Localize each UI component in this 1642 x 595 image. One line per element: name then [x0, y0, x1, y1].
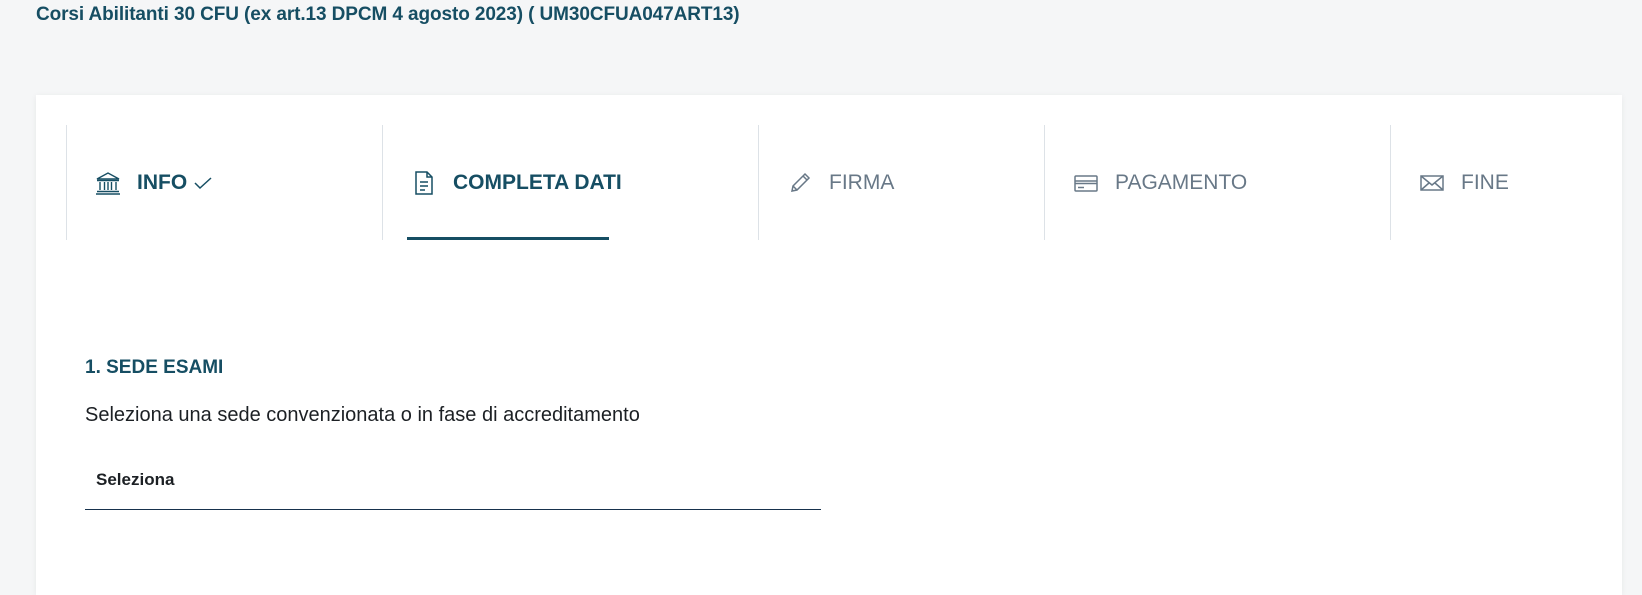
step-info[interactable]: INFO: [66, 125, 382, 240]
pencil-icon: [787, 170, 813, 196]
course-title: Corsi Abilitanti 30 CFU (ex art.13 DPCM …: [36, 4, 740, 25]
checkmark-icon: [193, 175, 213, 191]
exam-location-select[interactable]: Seleziona: [85, 448, 821, 510]
section-title: 1. SEDE ESAMI: [85, 357, 224, 378]
step-completa-dati[interactable]: COMPLETA DATI: [382, 125, 758, 240]
document-icon: [411, 170, 437, 196]
section-description: Seleziona una sede convenzionata o in fa…: [85, 404, 640, 426]
step-completa-dati-label: COMPLETA DATI: [453, 170, 622, 194]
step-fine-label: FINE: [1461, 170, 1509, 194]
select-placeholder: Seleziona: [96, 470, 175, 489]
active-step-indicator: [407, 237, 609, 240]
bank-icon: [95, 170, 121, 196]
step-firma[interactable]: FIRMA: [758, 125, 1044, 240]
envelope-icon: [1419, 170, 1445, 196]
step-pagamento[interactable]: PAGAMENTO: [1044, 125, 1390, 240]
step-fine[interactable]: FINE: [1390, 125, 1622, 240]
step-firma-label: FIRMA: [829, 170, 895, 194]
step-pagamento-label: PAGAMENTO: [1115, 170, 1248, 194]
credit-card-icon: [1073, 170, 1099, 196]
enrollment-card: INFO COMPLETA DATI FIRMA PAGAMENTO FINE: [36, 95, 1622, 595]
stepper: INFO COMPLETA DATI FIRMA PAGAMENTO FINE: [66, 125, 1622, 240]
step-info-label: INFO: [137, 170, 188, 194]
